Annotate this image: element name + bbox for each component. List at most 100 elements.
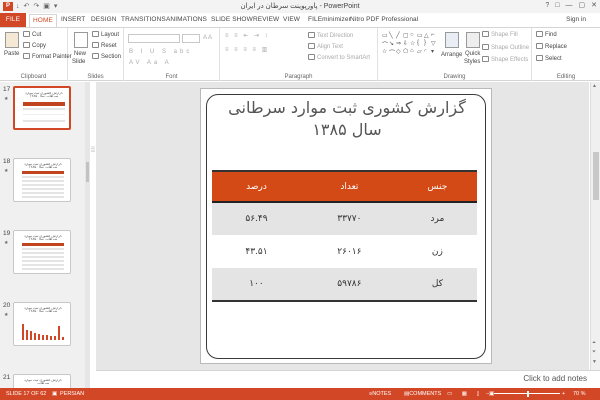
slide-number: 17 <box>3 86 11 93</box>
shape-outline-button[interactable]: Shape Outline <box>482 44 529 52</box>
slide-thumbnail-20[interactable]: 20 ★ گزارش کشوری ثبت موارد سرطانی سال ۱۳… <box>3 302 87 348</box>
language-indicator[interactable]: PERSIAN <box>60 388 84 400</box>
align-text-button[interactable]: Align Text <box>308 43 343 51</box>
table-cell: ۲۶۰۱۶ <box>300 235 398 268</box>
shapes-gallery[interactable]: ▭ ╲ ╱ ▢ ○ ▭ △ ⌐ ⌒ ↘ ⇒ ⇩ ☆{} ▽ ☆ ⌒ ◇ ⬠ ⌂ ▱ ◜ ▾ <box>382 32 438 66</box>
shape-effects-button[interactable]: Shape Effects <box>482 56 528 64</box>
align-buttons[interactable]: ≡ ≡ ≡ ≡ ▥ <box>225 46 269 54</box>
cut-button[interactable]: Cut <box>23 31 41 39</box>
layout-button[interactable]: Layout <box>92 31 119 39</box>
table-row: زن ۲۶۰۱۶ ۴۳.۵۱ <box>212 235 477 268</box>
arrange-icon[interactable] <box>445 32 459 48</box>
zoom-level[interactable]: 70 % <box>573 388 586 400</box>
thumbnail-title: گزارش کشوری ثبت موارد سرطانی سال ۱۳۸۵ <box>24 235 62 240</box>
previous-slide-icon[interactable]: ⏶ <box>592 340 596 346</box>
tab-design[interactable]: DESIGN <box>91 15 117 25</box>
copy-button[interactable]: Copy <box>23 42 46 50</box>
table-cell: ۱۰۰ <box>212 268 301 302</box>
slide-counter: SLIDE 17 OF 62 <box>6 391 47 397</box>
font-color-buttons[interactable]: AV Aa A <box>129 59 172 67</box>
effects-icon <box>482 56 489 62</box>
slide-scrollbar-thumb[interactable] <box>593 152 599 200</box>
zoom-slider-thumb[interactable] <box>527 391 529 397</box>
paste-icon[interactable] <box>5 32 19 48</box>
find-button[interactable]: Find <box>536 31 557 39</box>
tab-file[interactable]: FILE <box>0 13 26 27</box>
replace-icon <box>536 43 543 49</box>
tab-review[interactable]: REVIEW <box>253 15 279 25</box>
clipboard-group: Paste Cut Copy Format Painter Clipboard <box>0 28 72 81</box>
panel-scrollbar-thumb[interactable] <box>86 162 89 182</box>
table-header-row: جنس تعداد درصد <box>212 170 477 203</box>
notes-pane[interactable]: Click to add notes <box>96 370 600 388</box>
replace-button[interactable]: Replace <box>536 43 567 51</box>
convert-smartart-button[interactable]: Convert to SmartArt <box>308 54 370 62</box>
table-cell: کل <box>397 268 477 302</box>
arrange-button[interactable]: Arrange <box>441 51 462 59</box>
font-style-buttons[interactable]: B I U S abc <box>129 48 192 56</box>
proofing-icon[interactable]: ▣ <box>52 388 57 400</box>
section-button[interactable]: Section <box>92 53 121 61</box>
tab-view[interactable]: VIEW <box>283 15 300 25</box>
tab-slide-show[interactable]: SLIDE SHOW <box>211 15 253 25</box>
quick-styles-button-line2[interactable]: Styles <box>464 58 480 66</box>
zoom-in-icon[interactable]: + <box>562 388 565 400</box>
scroll-down-icon[interactable]: ▼ <box>592 359 597 365</box>
slide-thumbnail-18[interactable]: 18 ★ گزارش کشوری ثبت موارد سرطانی سال ۱۳… <box>3 158 87 204</box>
scissors-icon <box>23 31 30 37</box>
reset-button[interactable]: Reset <box>92 42 117 50</box>
slide-table[interactable]: جنس تعداد درصد مرد ۳۳۷۷۰ ۵۶.۴۹ زن ۲۶۰۱۶ … <box>212 170 477 302</box>
zoom-out-icon[interactable]: − <box>486 388 489 400</box>
slide-scrollbar[interactable]: ▲ ⏶ ⏷ ▼ <box>590 82 600 370</box>
slide-number: 21 <box>3 374 11 381</box>
ribbon-tabs: FILE HOME INSERT DESIGN TRANSITIONS ANIM… <box>0 13 600 27</box>
new-slide-button[interactable]: New <box>74 50 86 58</box>
grow-font-icon[interactable]: A A <box>203 34 212 42</box>
text-direction-button[interactable]: Text Direction <box>308 32 353 40</box>
close-icon[interactable]: ✕ <box>591 1 597 11</box>
tab-home[interactable]: HOME <box>29 14 57 27</box>
tab-nitro-pdf[interactable]: Nitro PDF Professional <box>350 15 418 25</box>
next-slide-icon[interactable]: ⏷ <box>592 349 596 355</box>
slide-title-line1: گزارش کشوری ثبت موارد سرطانی <box>228 98 466 117</box>
slide-thumbnail-21[interactable]: 21 گزارش کشوری ثبت موارد سرطانی <box>3 374 87 388</box>
new-slide-icon[interactable] <box>74 32 88 48</box>
minimize-icon[interactable]: — <box>566 1 573 11</box>
thumbnail-image: گزارش کشوری ثبت موارد سرطانی <box>13 374 71 388</box>
scroll-up-icon[interactable]: ▲ <box>592 83 597 89</box>
panel-scrollbar[interactable] <box>85 82 90 388</box>
help-icon[interactable]: ? <box>545 1 549 11</box>
restore-icon[interactable]: ▢ <box>579 1 586 11</box>
slide-number: 19 <box>3 230 11 237</box>
window-controls: ? □ — ▢ ✕ <box>545 1 597 11</box>
list-buttons[interactable]: ≡ ≡ ⇤ ⇥ ↕ <box>225 32 270 40</box>
slide-thumbnail-17[interactable]: 17 ★ گزارش کشوری ثبت موارد سرطانی سال ۱۳… <box>3 86 87 132</box>
editing-label: Editing <box>556 74 576 80</box>
slide-title[interactable]: گزارش کشوری ثبت موارد سرطانی سال ۱۳۸۵ <box>211 97 483 141</box>
shape-fill-button[interactable]: Shape Fill <box>482 31 518 39</box>
view-buttons[interactable]: ▭ ▦ ▯ ▣ <box>447 388 498 400</box>
tab-transitions[interactable]: TRANSITIONS <box>121 15 166 25</box>
paste-button[interactable]: Paste <box>4 50 19 58</box>
font-size-field[interactable] <box>182 34 200 43</box>
new-slide-button-line2[interactable]: Slide <box>72 58 85 66</box>
tab-fileminimizer[interactable]: FILEminimizer <box>308 15 351 25</box>
table-cell: ۳۳۷۷۰ <box>300 202 398 235</box>
panel-splitter-handle[interactable]: ⁞⁞ <box>91 147 95 154</box>
sign-in-link[interactable]: Sign in <box>566 16 586 23</box>
find-icon <box>536 31 543 37</box>
quick-styles-icon[interactable] <box>466 32 480 48</box>
font-name-field[interactable] <box>128 34 180 43</box>
notes-button[interactable]: ≡ NOTES <box>369 388 391 400</box>
format-painter-button[interactable]: Format Painter <box>23 53 72 61</box>
slide-thumbnail-19[interactable]: 19 ★ گزارش کشوری ثبت موارد سرطانی سال ۱۳… <box>3 230 87 276</box>
comments-button[interactable]: ▤ COMMENTS <box>404 388 441 400</box>
current-slide[interactable]: گزارش کشوری ثبت موارد سرطانی سال ۱۳۸۵ جن… <box>200 88 492 364</box>
ribbon-display-icon[interactable]: □ <box>555 1 559 11</box>
slides-panel: 17 ★ گزارش کشوری ثبت موارد سرطانی سال ۱۳… <box>0 82 90 388</box>
tab-animations[interactable]: ANIMATIONS <box>166 15 207 25</box>
tab-insert[interactable]: INSERT <box>61 15 85 25</box>
select-button[interactable]: Select <box>536 55 562 63</box>
quick-styles-button[interactable]: Quick <box>465 50 480 58</box>
slides-label: Slides <box>87 74 104 80</box>
